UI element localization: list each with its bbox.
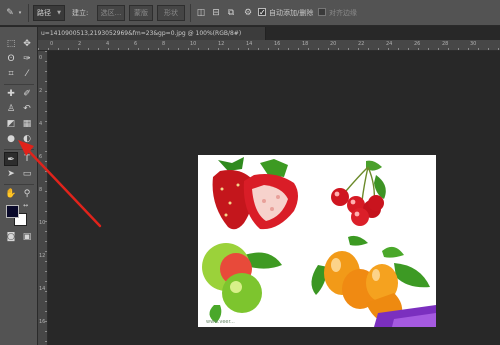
horizontal-ruler[interactable]: 0 2 4 6 8 10 12 14 16 18 20 22 24 26 28 30: [38, 40, 500, 51]
eraser-tool-icon[interactable]: ◩: [4, 117, 18, 131]
ruler-h-label: 4: [106, 41, 110, 47]
make-mask-button[interactable]: 蒙版: [129, 5, 153, 21]
align-edges-label: 对齐边缘: [329, 9, 357, 17]
ruler-h-label: 10: [190, 41, 197, 47]
fruit-illustration: www.veer...: [202, 157, 436, 327]
align-edges-checkbox[interactable]: 对齐边缘: [318, 5, 378, 21]
toolbar: ⬚ ✥ ʘ ✑ ⌗ ⁄ ✚ ✐ ♙ ↶ ◩ ▦ ● ◐ ✒ T ➤ ▭ ✋ ⚲ …: [0, 27, 38, 345]
rectangle-tool-icon[interactable]: ▭: [20, 167, 34, 181]
options-bar: ✎ ▾ 路径 ▼ 建立: 选区... 蒙版 形状 ◫ ⊟ ⧉ ⚙ 自动添加/删除…: [0, 0, 500, 26]
ruler-h-label: 6: [134, 41, 138, 47]
ruler-h-label: 18: [302, 41, 309, 47]
document-tab[interactable]: u=1410900513,2193052969&fm=23&gp=0.jpg @…: [38, 27, 266, 40]
ruler-h-label: 14: [246, 41, 253, 47]
ruler-h-label: 12: [218, 41, 225, 47]
eyedropper-tool-icon[interactable]: ⁄: [20, 67, 34, 81]
path-selection-tool-icon[interactable]: ➤: [4, 167, 18, 181]
ruler-v-label: 8: [39, 187, 43, 193]
marquee-tool-icon[interactable]: ⬚: [4, 37, 18, 51]
hand-tool-icon[interactable]: ✋: [4, 187, 18, 201]
make-label: 建立:: [72, 9, 89, 17]
clone-stamp-tool-icon[interactable]: ♙: [4, 102, 18, 116]
ruler-v-label: 12: [39, 253, 46, 259]
zoom-tool-icon[interactable]: ⚲: [20, 187, 34, 201]
blur-tool-icon[interactable]: ●: [4, 132, 18, 146]
tool-preset-dropdown-icon[interactable]: ▾: [16, 5, 24, 21]
ruler-v-label: 16: [39, 319, 46, 325]
auto-add-delete-check[interactable]: [258, 5, 266, 21]
move-tool-icon[interactable]: ✥: [20, 37, 34, 51]
type-tool-icon[interactable]: T: [20, 152, 34, 166]
ruler-h-label: 0: [50, 41, 54, 47]
align-edges-check[interactable]: [318, 8, 326, 16]
path-alignment-icon[interactable]: ⊟: [210, 5, 222, 21]
spot-healing-tool-icon[interactable]: ✚: [4, 87, 18, 101]
path-arrangement-icon[interactable]: ⧉: [225, 5, 237, 21]
cherries: [331, 160, 386, 226]
screen-mode-icon[interactable]: ▣: [20, 230, 34, 244]
image-watermark: www.veer...: [206, 319, 235, 325]
history-brush-tool-icon[interactable]: ↶: [20, 102, 34, 116]
make-shape-button[interactable]: 形状: [157, 5, 185, 21]
gear-icon[interactable]: ⚙: [242, 5, 254, 21]
pen-tool-button[interactable]: ✒: [4, 152, 18, 166]
ruler-h-label: 28: [442, 41, 449, 47]
ruler-v-label: 0: [39, 55, 43, 61]
swap-colors-icon[interactable]: ↔: [21, 201, 30, 210]
ruler-v-label: 4: [39, 121, 43, 127]
ruler-v-label: 14: [39, 286, 46, 292]
ruler-h-label: 16: [274, 41, 281, 47]
ruler-v-label: 2: [39, 88, 43, 94]
pen-mode-value: 路径: [37, 9, 51, 17]
ruler-h-label: 24: [386, 41, 393, 47]
dodge-tool-icon[interactable]: ◐: [20, 132, 34, 146]
ruler-h-label: 30: [470, 41, 477, 47]
pen-mode-select[interactable]: 路径 ▼: [33, 5, 65, 21]
make-selection-button[interactable]: 选区...: [97, 5, 125, 21]
ruler-h-label: 26: [414, 41, 421, 47]
quick-mask-icon[interactable]: ◙: [4, 230, 18, 244]
lasso-tool-icon[interactable]: ʘ: [4, 52, 18, 66]
document-image[interactable]: www.veer...: [198, 155, 436, 327]
ruler-v-label: 10: [39, 220, 46, 226]
crop-tool-icon[interactable]: ⌗: [4, 67, 18, 81]
ruler-h-label: 8: [162, 41, 166, 47]
brush-tool-icon[interactable]: ✐: [20, 87, 34, 101]
quick-selection-tool-icon[interactable]: ✑: [20, 52, 34, 66]
foreground-color-swatch[interactable]: [6, 205, 19, 218]
apples: [202, 243, 282, 323]
auto-add-delete-label: 自动添加/删除: [269, 9, 314, 17]
ruler-h-label: 20: [330, 41, 337, 47]
path-operations-icon[interactable]: ◫: [195, 5, 207, 21]
ruler-h-label: 22: [358, 41, 365, 47]
ruler-v-label: 6: [39, 154, 43, 160]
pen-tool-icon[interactable]: ✎: [4, 5, 16, 21]
strawberries: [212, 157, 298, 230]
chevron-down-icon: ▼: [57, 10, 61, 16]
vertical-ruler[interactable]: 0 2 4 6 8 10 12 14 16: [38, 51, 48, 345]
ruler-h-label: 2: [78, 41, 82, 47]
gradient-tool-icon[interactable]: ▦: [20, 117, 34, 131]
document-tab-title: u=1410900513,2193052969&fm=23&gp=0.jpg @…: [41, 30, 242, 37]
